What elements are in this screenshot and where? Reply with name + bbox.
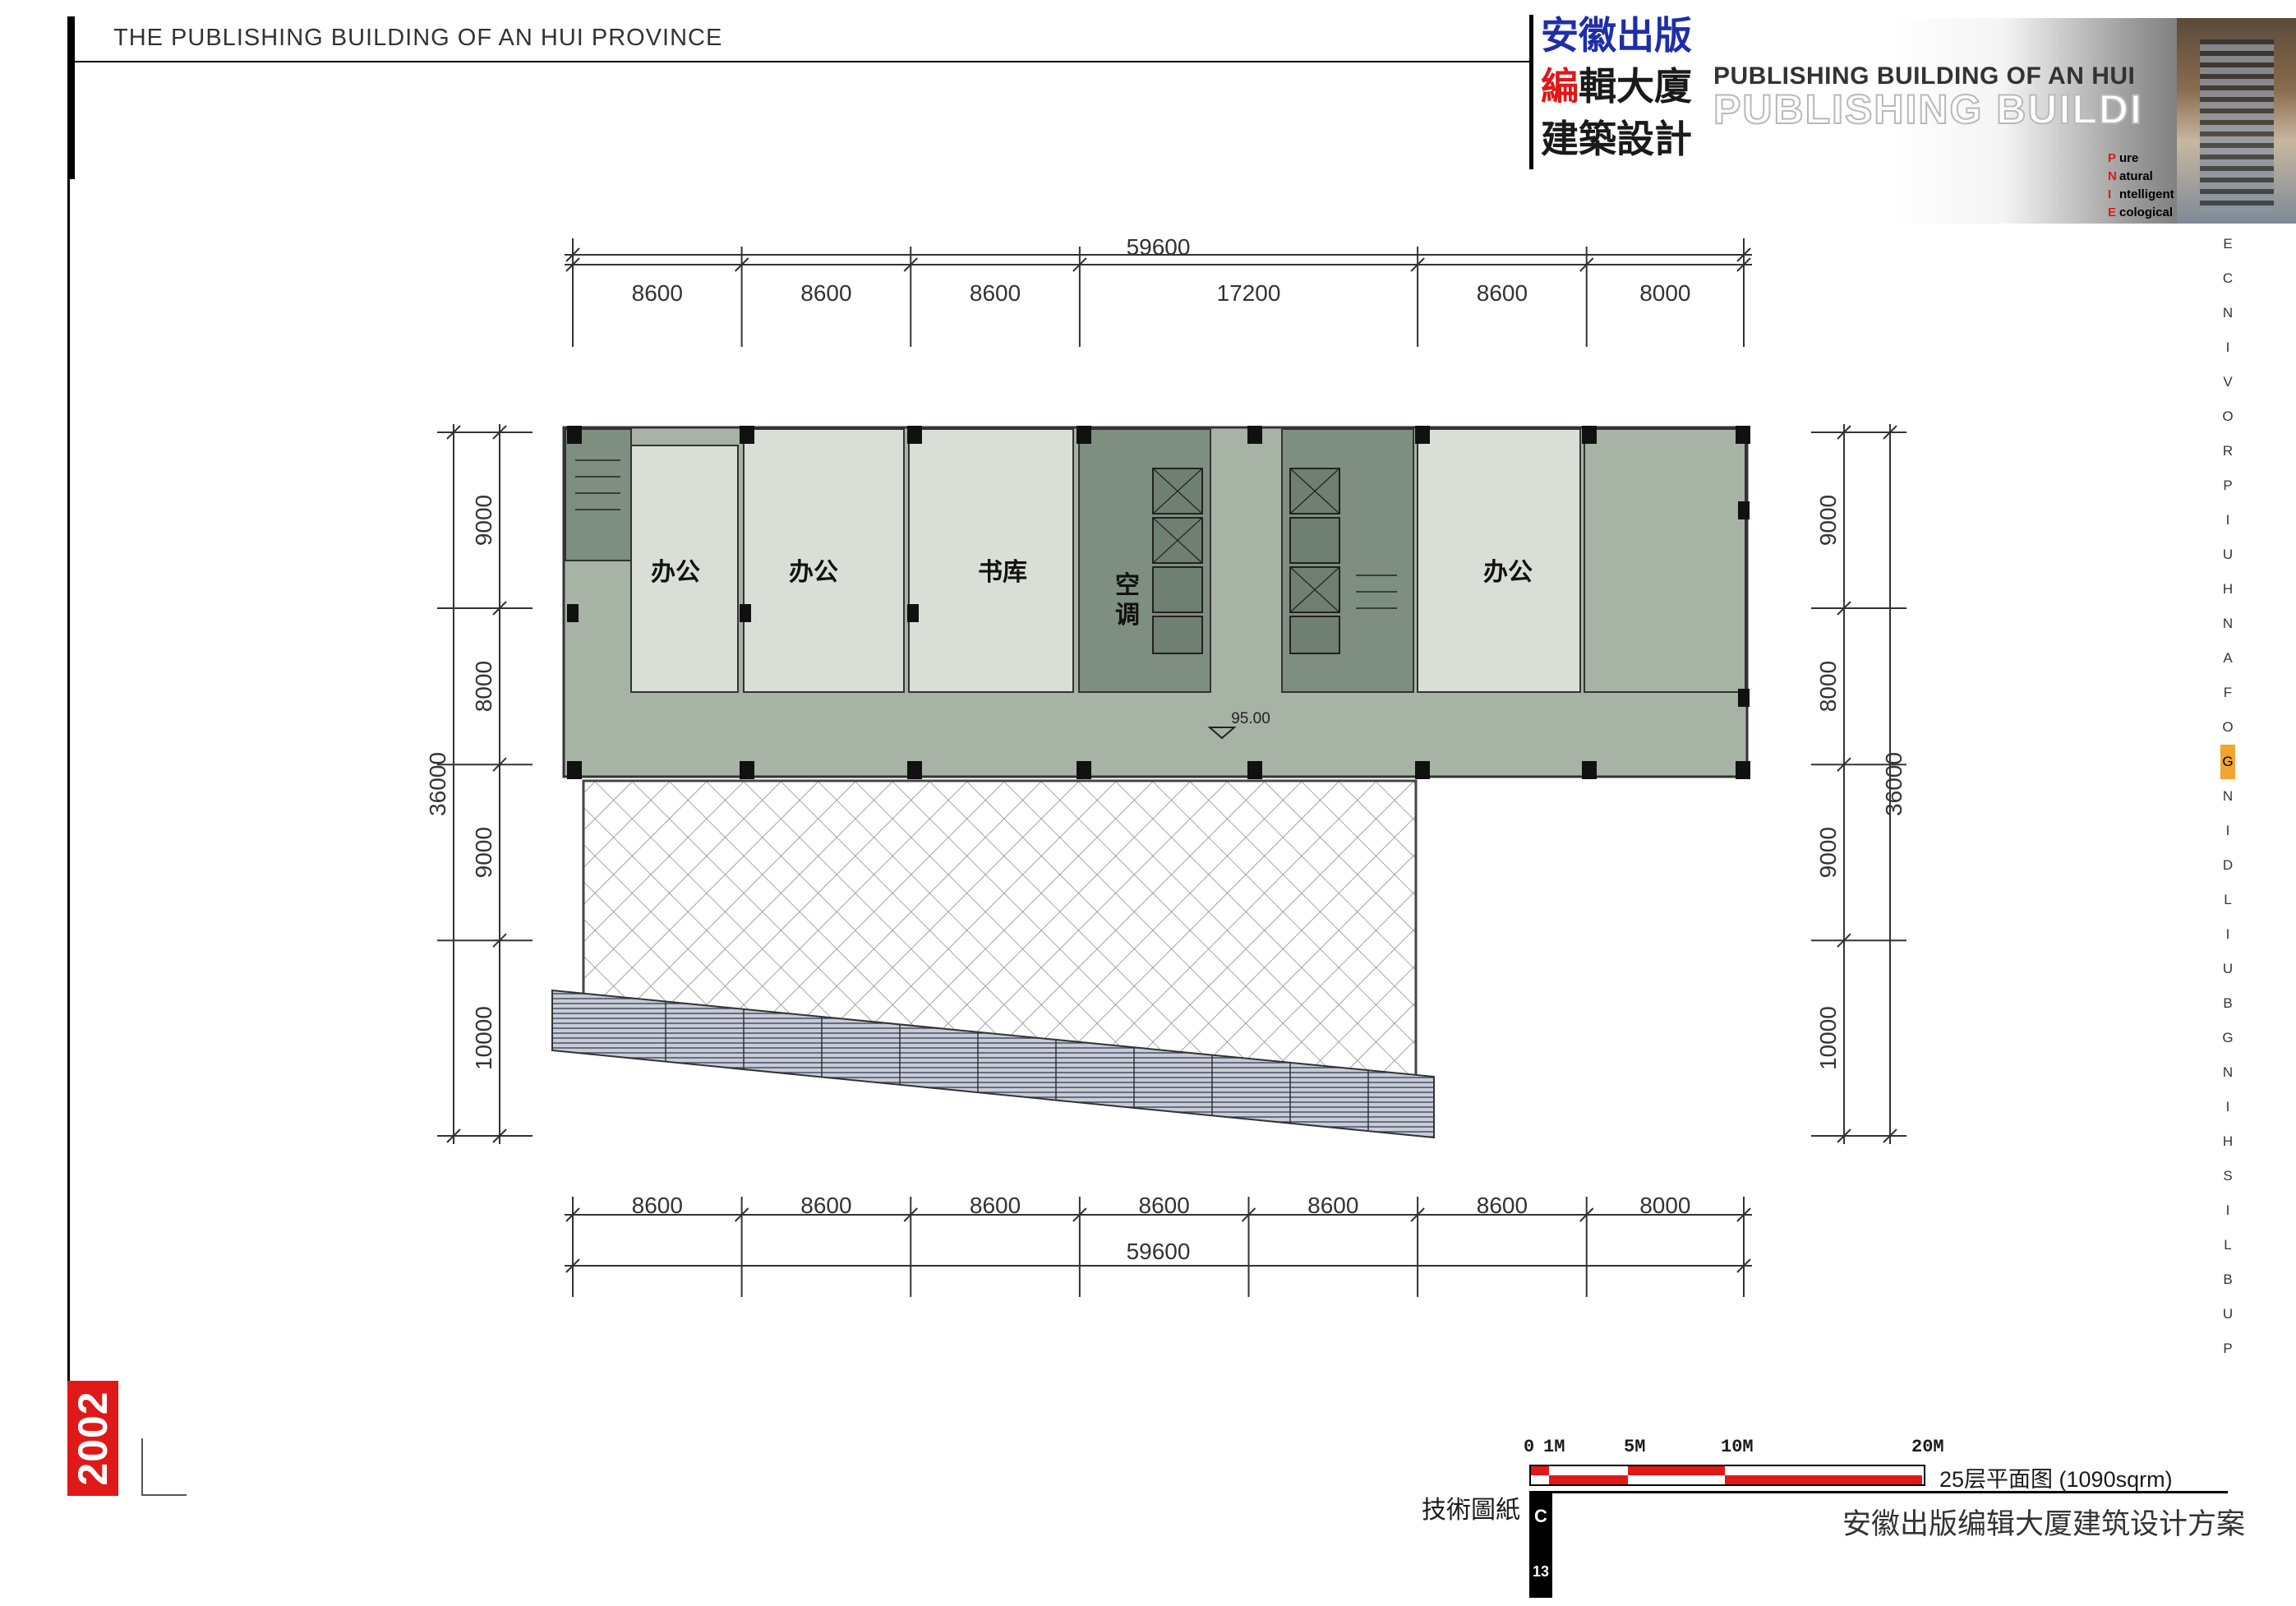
dim-label-top-total: 59600 bbox=[1127, 234, 1191, 260]
elevation-label: 95.00 bbox=[1231, 710, 1270, 727]
scale-segment bbox=[1628, 1466, 1725, 1475]
stair-left bbox=[565, 428, 632, 561]
plan-title: 25层平面图 (1090sqrm) bbox=[1939, 1467, 2173, 1492]
label-office-1: 办公 bbox=[651, 559, 700, 586]
dim-label-bottom-total: 59600 bbox=[1127, 1239, 1191, 1264]
column bbox=[1247, 761, 1262, 779]
dim-label-top: 17200 bbox=[1217, 280, 1281, 306]
dim-label-bottom: 8600 bbox=[1477, 1193, 1528, 1218]
column bbox=[1736, 761, 1750, 779]
sheet-letter: C bbox=[1534, 1506, 1547, 1526]
sheet-tag: C 13 bbox=[1529, 1491, 1552, 1598]
dim-label-left: 9000 bbox=[471, 495, 496, 546]
column bbox=[1736, 426, 1750, 444]
dim-label-left-total: 36000 bbox=[425, 752, 450, 816]
column bbox=[1582, 761, 1597, 779]
dim-label-bottom: 8600 bbox=[970, 1193, 1021, 1218]
dim-label-left: 9000 bbox=[471, 827, 496, 878]
label-ac-1: 空 bbox=[1115, 572, 1140, 599]
column bbox=[740, 761, 754, 779]
scale-segment bbox=[1549, 1475, 1628, 1484]
label-office-2: 办公 bbox=[789, 559, 838, 586]
column bbox=[1415, 426, 1430, 444]
dim-label-top: 8600 bbox=[632, 280, 683, 306]
scale-label-5m: 5M bbox=[1624, 1437, 1646, 1457]
dim-label-right-total: 36000 bbox=[1881, 752, 1906, 816]
column bbox=[1077, 761, 1091, 779]
room-east bbox=[1584, 428, 1746, 693]
project-name: 安徽出版编辑大厦建筑设计方案 bbox=[1842, 1508, 2246, 1541]
scale-label-0: 0 bbox=[1524, 1437, 1535, 1457]
dim-label-top: 8000 bbox=[1639, 280, 1690, 306]
dim-label-top: 8600 bbox=[970, 280, 1021, 306]
dim-label-right: 8000 bbox=[1815, 661, 1841, 712]
dim-label-right: 9000 bbox=[1815, 495, 1841, 546]
label-office-3: 办公 bbox=[1483, 559, 1533, 586]
floor-plan: 办公 办公 书库 空 调 办公 95.00 8600 8600 8600 17200 8… bbox=[425, 234, 1906, 1297]
dim-label-bottom: 8600 bbox=[1139, 1193, 1190, 1218]
bottom-rule bbox=[1529, 1491, 2228, 1493]
dim-label-right: 9000 bbox=[1815, 827, 1841, 878]
dim-label-left: 8000 bbox=[471, 661, 496, 712]
column bbox=[907, 426, 922, 444]
scale-bar bbox=[1529, 1465, 1925, 1486]
column bbox=[567, 604, 579, 622]
column bbox=[907, 761, 922, 779]
label-ac-2: 调 bbox=[1115, 602, 1140, 629]
label-library: 书库 bbox=[978, 559, 1027, 586]
technical-drawing-label: 技術圖紙 bbox=[1422, 1497, 1520, 1524]
dim-label-bottom: 8000 bbox=[1639, 1193, 1690, 1218]
dim-label-top: 8600 bbox=[1477, 280, 1528, 306]
dim-label-bottom: 8600 bbox=[632, 1193, 683, 1218]
scale-segment bbox=[1725, 1475, 1922, 1484]
sheet-number: 13 bbox=[1532, 1563, 1550, 1580]
column bbox=[1077, 426, 1091, 444]
column bbox=[1738, 689, 1750, 707]
scale-label-20m: 20M bbox=[1911, 1437, 1944, 1457]
column bbox=[567, 761, 582, 779]
dim-label-bottom: 8600 bbox=[1307, 1193, 1358, 1218]
column bbox=[1415, 761, 1430, 779]
column bbox=[567, 426, 582, 444]
dim-label-bottom: 8600 bbox=[800, 1193, 851, 1218]
scale-segment bbox=[1531, 1466, 1549, 1475]
dim-label-top: 8600 bbox=[800, 280, 851, 306]
column bbox=[1582, 426, 1597, 444]
scale-label-1m: 1M bbox=[1543, 1437, 1565, 1457]
column bbox=[740, 426, 754, 444]
column bbox=[740, 604, 751, 622]
column bbox=[1738, 501, 1750, 519]
column bbox=[1247, 426, 1262, 444]
column bbox=[907, 604, 919, 622]
dim-label-right: 10000 bbox=[1815, 1006, 1841, 1070]
scale-label-10m: 10M bbox=[1721, 1437, 1754, 1457]
dim-label-left: 10000 bbox=[471, 1006, 496, 1070]
